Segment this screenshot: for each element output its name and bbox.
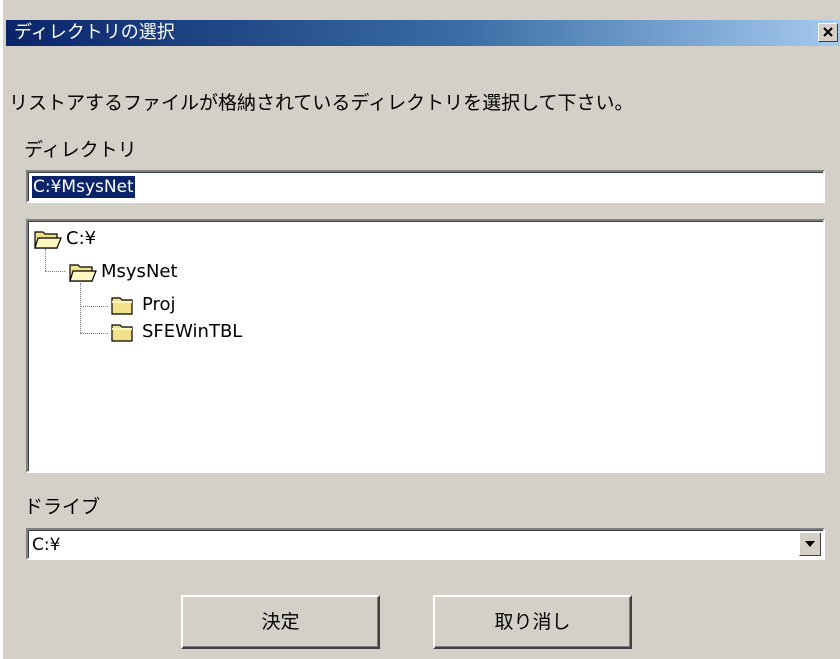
drive-select-value: C:¥ — [32, 535, 61, 555]
drive-label: ドライブ — [24, 496, 101, 518]
drive-dropdown-button[interactable] — [799, 532, 821, 556]
directory-label: ディレクトリ — [24, 139, 137, 161]
folder-icon — [111, 324, 133, 342]
window-title: ディレクトリの選択 — [14, 22, 175, 43]
directory-input-value: C:¥MsysNet — [32, 176, 135, 198]
close-button[interactable] — [818, 23, 838, 42]
drive-select[interactable]: C:¥ — [26, 528, 825, 560]
tree-connector — [80, 333, 108, 334]
tree-item-label: SFEWinTBL — [142, 321, 243, 342]
cancel-button[interactable]: 取り消し — [433, 595, 632, 649]
close-icon — [823, 27, 833, 37]
tree-item-label: C:¥ — [66, 228, 97, 249]
directory-tree[interactable]: C:¥ MsysNet Proj SFEWinTBL — [26, 219, 825, 473]
folder-icon — [111, 297, 133, 315]
tree-item-label: MsysNet — [101, 261, 178, 282]
ok-button[interactable]: 決定 — [181, 595, 380, 649]
tree-item-label: Proj — [142, 294, 176, 315]
chevron-down-icon — [805, 541, 815, 547]
tree-connector — [45, 249, 46, 271]
folder-open-icon — [34, 231, 62, 249]
directory-select-dialog: ディレクトリの選択 リストアするファイルが格納されているディレクトリを選択して下… — [0, 0, 840, 659]
tree-connector — [80, 283, 81, 333]
folder-open-icon — [69, 264, 97, 282]
tree-connector — [80, 306, 108, 307]
title-bar[interactable]: ディレクトリの選択 — [6, 20, 840, 46]
instruction-text: リストアするファイルが格納されているディレクトリを選択して下さい。 — [9, 92, 634, 114]
directory-input[interactable]: C:¥MsysNet — [26, 170, 825, 203]
tree-connector — [45, 271, 65, 272]
